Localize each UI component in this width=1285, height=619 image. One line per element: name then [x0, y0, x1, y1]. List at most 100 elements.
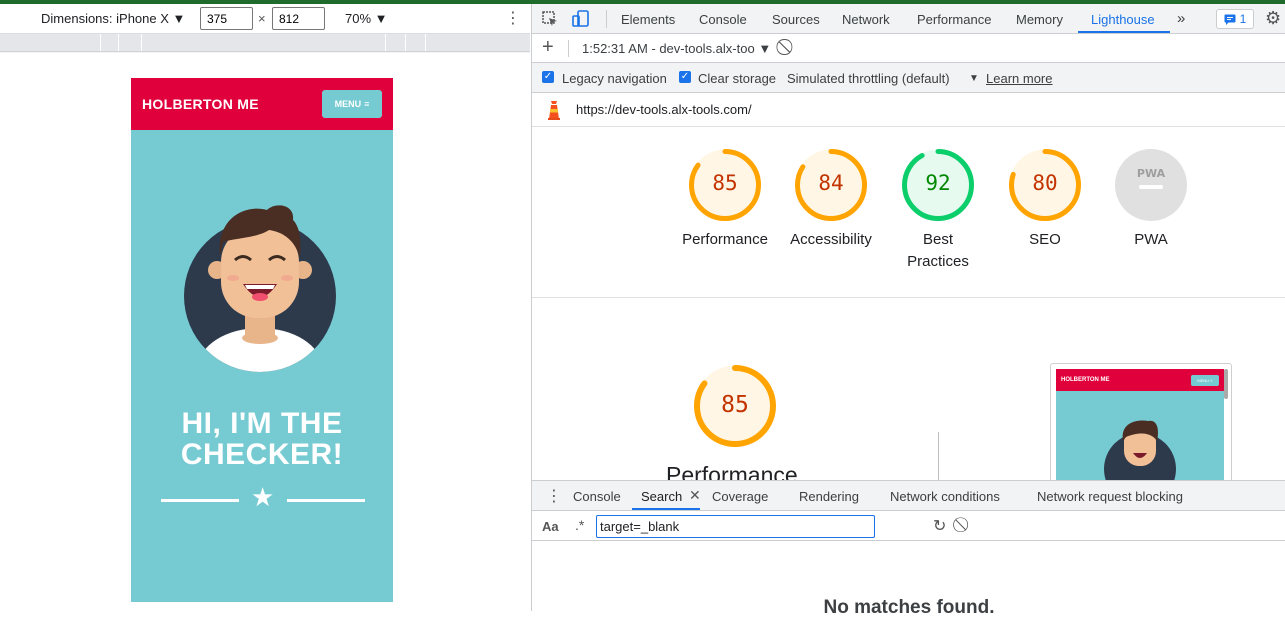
device-toggle-icon[interactable] [572, 10, 590, 28]
divider-line-right [287, 499, 365, 502]
clear-storage-label: Clear storage [698, 71, 777, 86]
drawer-tab-console[interactable]: Console [573, 489, 621, 504]
device-more-options-icon[interactable]: ⋮ [505, 8, 521, 28]
drawer-tab-network-request-blocking[interactable]: Network request blocking [1037, 489, 1183, 504]
toolbar-separator [568, 40, 569, 57]
audited-url: https://dev-tools.alx-tools.com/ [576, 102, 752, 117]
performance-big-gauge: 85 [694, 365, 776, 450]
legacy-navigation-label: Legacy navigation [562, 71, 667, 86]
gauge-best-practices[interactable]: 92 Best Practices [883, 149, 993, 273]
throttling-label: Simulated throttling (default) [787, 71, 950, 86]
tab-sources[interactable]: Sources [772, 12, 820, 27]
device-dimensions-select[interactable]: Dimensions: iPhone X ▼ [41, 11, 185, 26]
bottom-drawer: ⋮ Console Search ✕ Coverage Rendering Ne… [532, 480, 1285, 618]
thumbnail-header: HOLBERTON ME MENU ≡ [1056, 369, 1224, 391]
regex-toggle[interactable]: .* [575, 517, 584, 533]
clear-storage-checkbox[interactable]: ✓ [679, 71, 691, 83]
more-tabs-icon[interactable]: » [1177, 10, 1185, 27]
gauge-label: SEO [1029, 231, 1061, 248]
detail-divider [938, 432, 939, 480]
drawer-tab-rendering[interactable]: Rendering [799, 489, 859, 504]
media-query-bar[interactable] [0, 34, 530, 52]
tab-elements[interactable]: Elements [621, 12, 675, 27]
menu-button-label: MENU [334, 99, 362, 109]
search-toolbar: Aa .* ↻ ⃠ [532, 511, 1285, 541]
avatar-illustration [184, 205, 336, 372]
hamburger-icon: ≡ [364, 99, 370, 109]
audited-url-bar: https://dev-tools.alx-tools.com/ [532, 93, 1285, 127]
match-case-toggle[interactable]: Aa [542, 519, 559, 534]
device-height-input[interactable] [272, 7, 325, 30]
close-search-tab-icon[interactable]: ✕ [689, 487, 701, 504]
zoom-select[interactable]: 70% ▼ [345, 11, 388, 26]
drawer-menu-icon[interactable]: ⋮ [546, 486, 562, 506]
no-matches-message: No matches found. [823, 597, 995, 618]
search-input[interactable] [596, 515, 875, 538]
final-screenshot-thumbnail[interactable]: HOLBERTON ME MENU ≡ [1050, 363, 1232, 480]
gauge-accessibility[interactable]: 84 Accessibility [776, 149, 886, 251]
devtools-tab-bar: Elements Console Sources Network Perform… [532, 4, 1285, 34]
tab-console[interactable]: Console [699, 12, 747, 27]
issues-badge[interactable]: 1 [1216, 9, 1254, 29]
thumbnail-avatar [1104, 420, 1176, 480]
tab-lighthouse[interactable]: Lighthouse [1091, 12, 1155, 27]
report-selector[interactable]: 1:52:31 AM - dev-tools.alx-too ▼ [582, 41, 771, 56]
performance-detail: 85 Performance HOLBERTON ME MENU ≡ [532, 299, 1285, 480]
next-section [131, 602, 393, 611]
gauge-label: Accessibility [790, 231, 872, 248]
device-emulation-pane: Dimensions: iPhone X ▼ × 70% ▼ ⋮ HOLBERT… [0, 4, 530, 611]
settings-gear-icon[interactable]: ⚙ [1265, 8, 1281, 29]
gauge-performance[interactable]: 85 Performance [670, 149, 780, 251]
device-width-input[interactable] [200, 7, 253, 30]
pwa-badge-text: PWA [1137, 167, 1166, 180]
score-gauges: 85 Performance 84 Accessibility 92 Best … [532, 127, 1285, 298]
lighthouse-settings-bar: ✓ Legacy navigation ✓ Clear storage Simu… [532, 63, 1285, 93]
gauge-label: Best Practices [907, 231, 969, 270]
tab-performance[interactable]: Performance [917, 12, 991, 27]
mobile-header: HOLBERTON ME MENU ≡ [131, 78, 393, 130]
gauge-label: Performance [682, 231, 768, 248]
tab-memory[interactable]: Memory [1016, 12, 1063, 27]
lighthouse-logo-icon [548, 101, 560, 120]
times-sign: × [258, 11, 266, 26]
issues-count: 1 [1239, 12, 1247, 26]
thumbnail-menu: MENU ≡ [1191, 374, 1219, 386]
pwa-badge-icon: PWA [1115, 149, 1187, 221]
lighthouse-toolbar: + 1:52:31 AM - dev-tools.alx-too ▼ ⃠ [532, 34, 1285, 63]
tab-network[interactable]: Network [842, 12, 890, 27]
gauge-label: PWA [1134, 231, 1168, 248]
issues-message-icon [1224, 14, 1236, 25]
divider-line-left [161, 499, 239, 502]
new-report-plus-icon[interactable]: + [542, 36, 554, 59]
big-gauge-score: 85 [721, 392, 749, 418]
drawer-tab-search[interactable]: Search [641, 489, 682, 504]
star-divider: ★ [161, 484, 365, 512]
inspect-element-icon[interactable] [542, 11, 558, 27]
tab-separator [606, 10, 607, 28]
thumbnail-brand: HOLBERTON ME [1061, 377, 1110, 383]
performance-title: Performance [666, 462, 798, 480]
gauge-score: 85 [712, 171, 738, 195]
gauge-score: 92 [925, 171, 951, 195]
gauge-seo[interactable]: 80 SEO [990, 149, 1100, 251]
hero-line-1: HI, I'M THE [181, 407, 343, 440]
thumbnail-scrollbar [1224, 369, 1228, 399]
drawer-tab-network-conditions[interactable]: Network conditions [890, 489, 1000, 504]
devtools-panel: Elements Console Sources Network Perform… [531, 4, 1285, 618]
menu-button[interactable]: MENU ≡ [322, 90, 382, 118]
drawer-tab-bar: ⋮ Console Search ✕ Coverage Rendering Ne… [532, 481, 1285, 511]
brand-title[interactable]: HOLBERTON ME [142, 96, 259, 112]
throttling-dropdown-icon[interactable]: ▼ [969, 73, 979, 84]
device-toolbar: Dimensions: iPhone X ▼ × 70% ▼ ⋮ [0, 4, 530, 34]
refresh-icon[interactable]: ↻ [933, 516, 946, 536]
gauge-pwa[interactable]: PWA PWA [1096, 149, 1206, 251]
hero-heading: HI, I'M THE CHECKER! [131, 408, 393, 470]
learn-more-link[interactable]: Learn more [986, 71, 1052, 86]
gauge-score: 84 [818, 171, 844, 195]
drawer-tab-coverage[interactable]: Coverage [712, 489, 768, 504]
drawer-active-indicator [632, 508, 700, 510]
legacy-navigation-checkbox[interactable]: ✓ [542, 71, 554, 83]
thumbnail-page: HOLBERTON ME MENU ≡ [1056, 369, 1224, 480]
mobile-page-preview: HOLBERTON ME MENU ≡ HI, I'M THE CHECKER!… [131, 78, 393, 611]
star-icon: ★ [251, 482, 275, 512]
